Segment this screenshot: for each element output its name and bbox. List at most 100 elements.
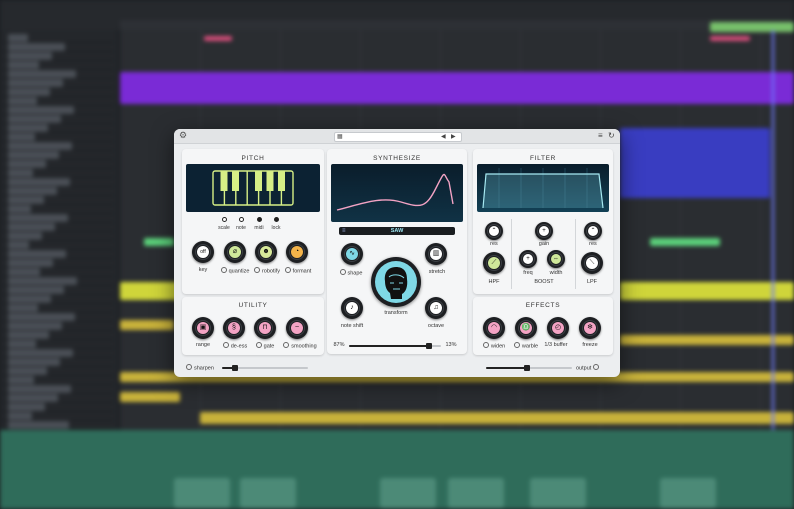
- sharpen-slider-thumb[interactable]: [231, 365, 238, 371]
- preset-selector[interactable]: ▦ ◀ ▶: [334, 132, 462, 142]
- sharpen-label: sharpen: [186, 364, 226, 372]
- daw-clip: [120, 392, 180, 402]
- daw-track-row: [2, 223, 114, 232]
- gate-knob[interactable]: ⊓: [254, 317, 276, 339]
- daw-track-name: [8, 358, 60, 366]
- daw-track-row: [2, 349, 114, 358]
- mode-label: lock: [271, 225, 281, 231]
- quantize-knob[interactable]: ⌀: [224, 241, 246, 263]
- lpf-knob[interactable]: ⟍: [581, 252, 603, 274]
- daw-track-name: [8, 160, 46, 168]
- daw-clip: [144, 238, 174, 246]
- output-slider[interactable]: [486, 365, 572, 371]
- stretch-knob[interactable]: ▥: [425, 243, 447, 265]
- refresh-icon[interactable]: ↻: [608, 131, 615, 140]
- daw-track-row: [2, 61, 114, 70]
- plugin-titlebar: ⚙ ▦ ◀ ▶ ≡ ↻: [174, 129, 620, 144]
- daw-track-row: [2, 160, 114, 169]
- freq-icon: +: [523, 254, 533, 264]
- daw-track-row: [2, 214, 114, 223]
- daw-track-name: [8, 79, 63, 87]
- gate-icon: ⊓: [259, 322, 271, 334]
- daw-track-row: [2, 124, 114, 133]
- daw-clip: [120, 282, 180, 300]
- daw-clip: [620, 128, 770, 198]
- lpf-res-knob[interactable]: ⌃: [584, 222, 602, 240]
- prev-preset-icon[interactable]: ◀: [441, 133, 446, 141]
- formant-knob[interactable]: ◔: [286, 241, 308, 263]
- daw-track-name: [8, 385, 71, 393]
- hpf-res-knob[interactable]: ⌃: [485, 222, 503, 240]
- daw-track-row: [2, 412, 114, 421]
- boost-gain-knob[interactable]: +: [535, 222, 553, 240]
- range-knob[interactable]: ▣: [192, 317, 214, 339]
- waveform-curve: [336, 173, 454, 211]
- knob-label: LPF: [586, 279, 598, 285]
- daw-track-name: [8, 232, 42, 240]
- gear-icon[interactable]: ⚙: [179, 131, 187, 140]
- freeze-knob[interactable]: ❄: [579, 317, 601, 339]
- key-knob-value: off: [197, 246, 209, 258]
- hpf-knob[interactable]: ⟋: [483, 252, 505, 274]
- sharpen-slider[interactable]: [222, 365, 308, 371]
- stack-icon[interactable]: ≡: [598, 131, 603, 140]
- shape-knob[interactable]: ∿: [341, 243, 363, 265]
- quantize-icon: ⌀: [229, 246, 241, 258]
- filter-divider: [511, 219, 512, 289]
- daw-track-name: [8, 133, 35, 141]
- daw-track-row: [2, 376, 114, 385]
- daw-clip: [200, 412, 794, 424]
- robot-icon: ☻: [260, 246, 272, 258]
- boost-width-knob[interactable]: ⇔: [547, 250, 565, 268]
- daw-track-name: [8, 43, 65, 51]
- de-ess-knob[interactable]: §: [223, 317, 245, 339]
- mix-left-value: 87%: [333, 342, 345, 348]
- boost-freq-knob[interactable]: +: [519, 250, 537, 268]
- knob-label: shape: [331, 269, 371, 277]
- warble-knob[interactable]: ♎: [515, 317, 537, 339]
- mode-midi-radio[interactable]: [257, 217, 262, 222]
- daw-track-name: [8, 268, 40, 276]
- formant-icon: ◔: [291, 246, 303, 258]
- hpf-icon: ⟋: [488, 257, 500, 269]
- mode-note-radio[interactable]: [239, 217, 244, 222]
- daw-track-row: [2, 52, 114, 61]
- daw-track-name: [8, 34, 28, 42]
- section-title: UTILITY: [238, 302, 268, 309]
- daw-track-row: [2, 403, 114, 412]
- robotify-knob[interactable]: ☻: [255, 241, 277, 263]
- mix-slider-thumb[interactable]: [426, 343, 433, 349]
- next-preset-icon[interactable]: ▶: [451, 133, 456, 141]
- widen-knob[interactable]: ◠: [483, 317, 505, 339]
- daw-track-row: [2, 268, 114, 277]
- daw-track-name: [8, 88, 50, 96]
- waveform-selector[interactable]: ≡ SAW: [339, 227, 455, 235]
- key-knob[interactable]: off: [192, 241, 214, 263]
- daw-track-name: [8, 412, 32, 420]
- note-shift-knob[interactable]: ♪: [341, 297, 363, 319]
- daw-track-row: [2, 205, 114, 214]
- lpf-icon: ⟍: [586, 257, 598, 269]
- sine-icon: ∿: [346, 248, 358, 260]
- daw-track-name: [8, 331, 49, 339]
- smoothing-knob[interactable]: ~: [286, 317, 308, 339]
- knob-label: octave: [427, 323, 445, 329]
- buffer-knob[interactable]: ◴: [547, 317, 569, 339]
- mix-slider[interactable]: [349, 343, 441, 349]
- knob-label: freeze: [582, 342, 598, 348]
- mode-lock-radio[interactable]: [274, 217, 279, 222]
- daw-track-name: [8, 115, 61, 123]
- knob-label: stretch: [428, 269, 446, 275]
- daw-track-name: [8, 52, 52, 60]
- daw-track-name: [8, 277, 77, 285]
- filter-curve: [482, 168, 604, 209]
- output-slider-thumb[interactable]: [524, 365, 531, 371]
- transform-knob[interactable]: [371, 257, 421, 307]
- mode-scale-radio[interactable]: [222, 217, 227, 222]
- music-note-icon: ♪: [346, 302, 358, 314]
- preset-grid-icon[interactable]: ▦: [337, 134, 343, 140]
- range-icon: ▣: [197, 322, 209, 334]
- daw-clip: [710, 22, 794, 32]
- octave-knob[interactable]: ♫: [425, 297, 447, 319]
- daw-track-row: [2, 106, 114, 115]
